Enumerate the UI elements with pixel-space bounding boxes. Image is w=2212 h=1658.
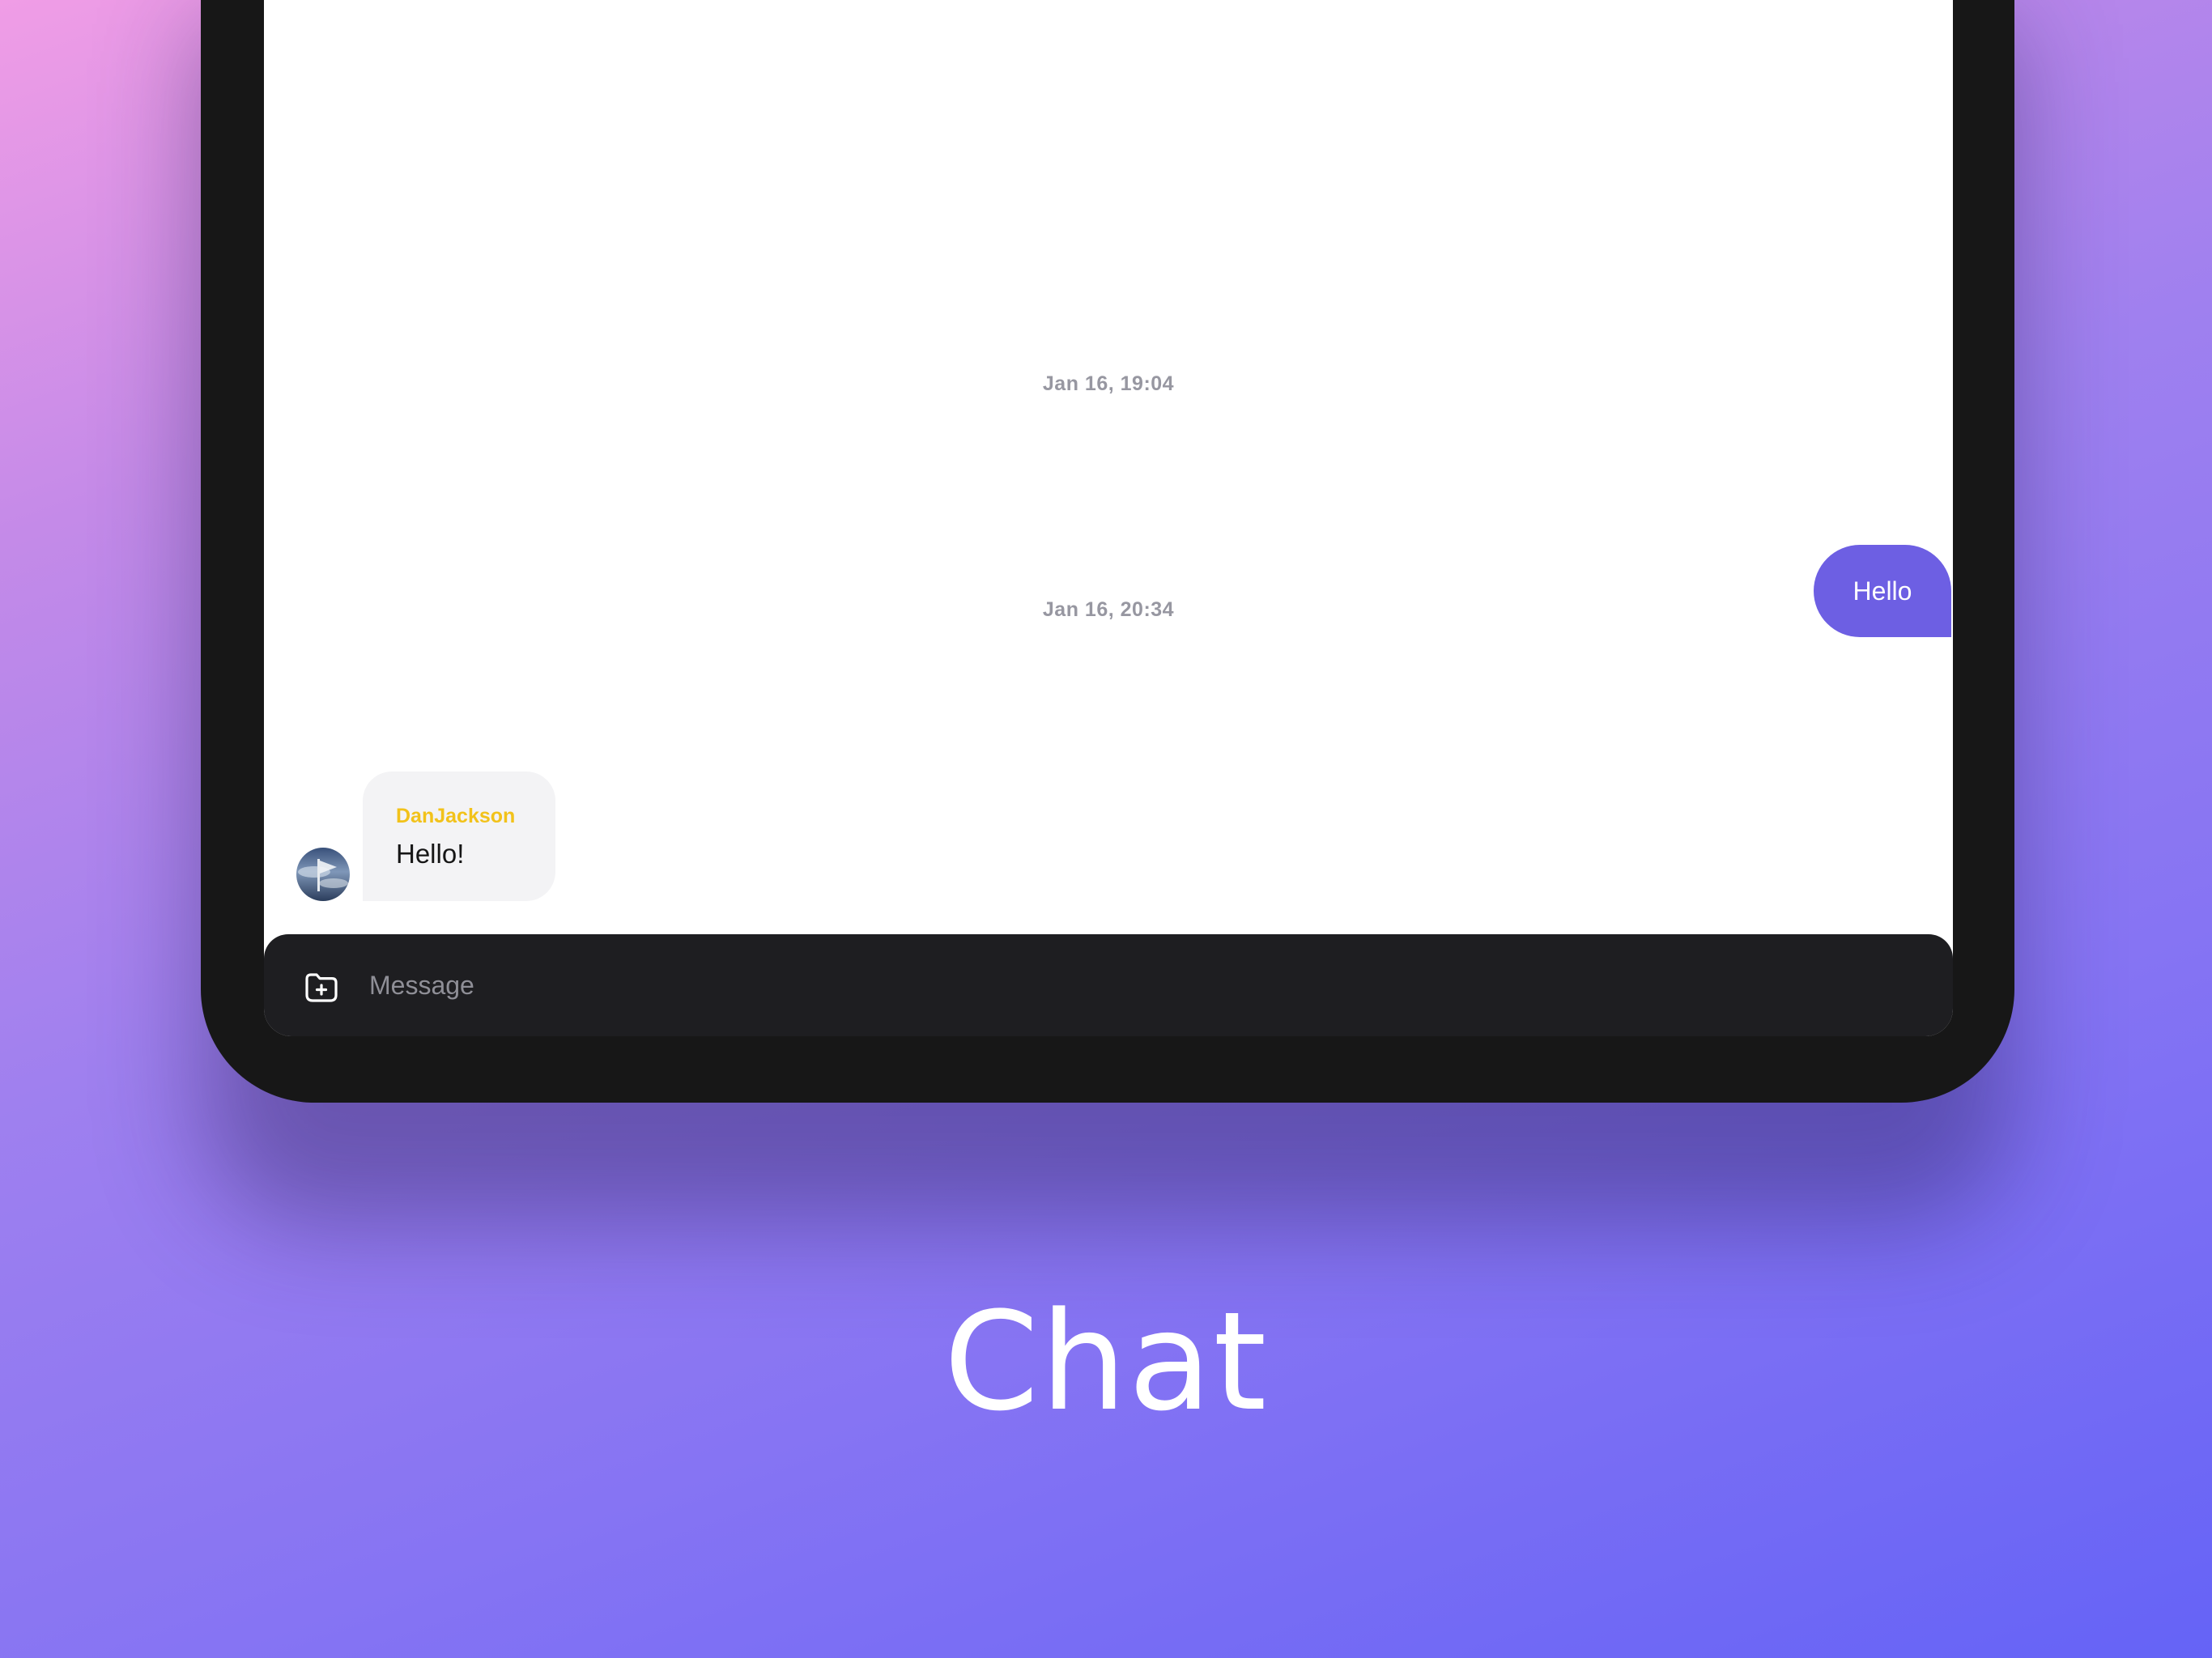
avatar-image [296,848,350,901]
message-composer [264,934,1953,1036]
message-timestamp: Jan 16, 19:04 [1042,372,1175,395]
message-timestamp: Jan 16, 20:34 [1042,598,1175,621]
page-title: Chat [943,1282,1269,1441]
folder-plus-icon[interactable] [302,967,341,1006]
tablet-frame: Jan 16, 19:04 Hello Jan 16, 20:34 DanJac… [201,0,2014,1103]
avatar[interactable] [296,848,350,901]
incoming-message-text: Hello! [396,839,465,869]
sender-name[interactable]: DanJackson [396,805,515,828]
outgoing-message-bubble[interactable]: Hello [1814,545,1951,637]
chat-screen: Jan 16, 19:04 Hello Jan 16, 20:34 DanJac… [264,0,1953,1036]
incoming-message-bubble[interactable]: DanJackson Hello! [363,772,555,901]
message-input[interactable] [369,959,1908,1012]
